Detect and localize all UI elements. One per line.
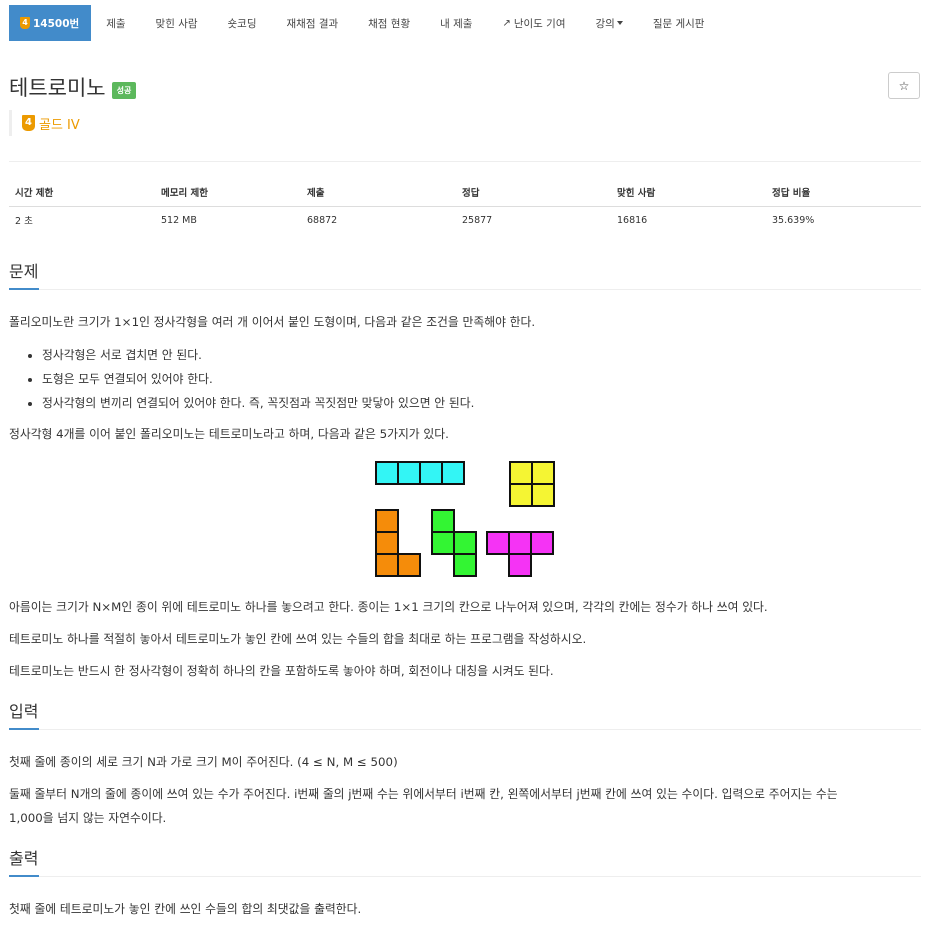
- input-line-1: 첫째 줄에 종이의 세로 크기 N과 가로 크기 M이 주어진다. (4 ≤ N…: [9, 755, 398, 769]
- caret-down-icon: [616, 21, 623, 25]
- status-badge: 성공: [111, 81, 137, 99]
- tab-difficulty-contribution[interactable]: ↗ 난이도 기여: [487, 5, 580, 41]
- problem-para-1: 아름이는 크기가 N×M인 종이 위에 테트로미노 하나를 놓으려고 한다. 종…: [9, 600, 768, 614]
- output-line-1: 첫째 줄에 테트로미노가 놓인 칸에 쓰인 수들의 합의 최댓값을 출력한다.: [9, 902, 362, 916]
- tetromino-s-cell: [431, 509, 455, 533]
- tetromino-s-cell: [431, 531, 455, 555]
- tetromino-o-cell: [531, 483, 555, 507]
- problem-para-3: 테트로미노는 반드시 한 정사각형이 정확히 하나의 칸을 포함하도록 놓아야 …: [9, 664, 554, 678]
- tetromino-i-cell: [441, 461, 465, 485]
- tetromino-o-cell: [531, 461, 555, 485]
- tab-my-submissions[interactable]: 내 제출: [425, 5, 487, 41]
- output-section-header: 출력: [9, 847, 921, 877]
- tetromino-l: [375, 509, 421, 577]
- divider: [9, 161, 921, 162]
- tetromino-l-cell: [397, 553, 421, 577]
- tetromino-o-cell: [509, 483, 533, 507]
- tetromino-t-cell: [530, 531, 554, 555]
- input-line-2: 둘째 줄부터 N개의 줄에 종이에 쓰여 있는 수가 주어진다. i번째 줄의 …: [9, 787, 838, 801]
- problem-info-table: 시간 제한 메모리 제한 제출 정답 맞힌 사람 정답 비율 2 초 512 M…: [9, 178, 921, 234]
- section-title-input: 입력: [9, 700, 40, 730]
- tetromino-s-cell: [453, 531, 477, 555]
- problem-para-2: 테트로미노 하나를 적절히 놓아서 테트로미노가 놓인 칸에 쓰여 있는 수들의…: [9, 632, 587, 646]
- tab-submit[interactable]: 제출: [91, 5, 140, 41]
- header-accepted: 정답: [456, 178, 611, 207]
- header-memory-limit: 메모리 제한: [155, 178, 301, 207]
- tier-badge-icon: 4: [20, 17, 30, 29]
- tier-icon: 4: [22, 115, 35, 131]
- problem-intro: 폴리오미노란 크기가 1×1인 정사각형을 여러 개 이어서 붙인 도형이며, …: [9, 315, 536, 329]
- tab-problem-label: 14500번: [33, 17, 80, 30]
- tab-problem[interactable]: 4 14500번: [9, 5, 92, 41]
- tetromino-i-cell: [419, 461, 443, 485]
- header-time-limit: 시간 제한: [9, 178, 155, 207]
- input-section-header: 입력: [9, 700, 921, 730]
- input-line-2-cont: 1,000을 넘지 않는 자연수이다.: [9, 811, 167, 825]
- table-header-row: 시간 제한 메모리 제한 제출 정답 맞힌 사람 정답 비율: [9, 178, 921, 207]
- header-submissions: 제출: [301, 178, 456, 207]
- header-solvers: 맞힌 사람: [611, 178, 766, 207]
- tetromino-t-cell: [486, 531, 510, 555]
- tab-short-coding[interactable]: 숏코딩: [213, 5, 272, 41]
- rules-list: 정사각형은 서로 겹치면 안 된다. 도형은 모두 연결되어 있어야 한다. 정…: [22, 343, 474, 415]
- tetromino-s-cell: [453, 553, 477, 577]
- value-memory-limit: 512 MB: [161, 214, 197, 226]
- tetromino-l-cell: [375, 531, 399, 555]
- tab-rejudge-results[interactable]: 재채점 결과: [272, 5, 354, 41]
- tier-label[interactable]: 골드 IV: [39, 114, 80, 133]
- section-title-output: 출력: [9, 847, 40, 877]
- tab-lectures[interactable]: 강의: [580, 5, 637, 41]
- tab-lectures-label: 강의: [595, 17, 615, 30]
- tab-solvers[interactable]: 맞힌 사람: [141, 5, 213, 41]
- header-accept-ratio: 정답 비율: [766, 178, 921, 207]
- tetromino-i: [375, 461, 465, 485]
- tetromino-t-cell: [508, 531, 532, 555]
- tetromino-s: [431, 509, 477, 577]
- problem-section-header: 문제: [9, 260, 921, 290]
- tab-qna-board[interactable]: 질문 게시판: [638, 5, 720, 41]
- star-button[interactable]: ☆: [888, 72, 920, 99]
- section-title-problem: 문제: [9, 260, 40, 290]
- tetromino-t: [486, 531, 554, 577]
- value-time-limit: 2 초: [15, 216, 33, 228]
- tetromino-o: [509, 461, 555, 507]
- value-accept-ratio: 35.639%: [772, 214, 815, 226]
- tetromino-i-cell: [375, 461, 399, 485]
- tetromino-figure: [375, 461, 555, 577]
- value-accepted: 25877: [462, 214, 493, 226]
- list-item: 도형은 모두 연결되어 있어야 한다.: [42, 367, 474, 391]
- tier-row: 4 골드 IV: [9, 110, 80, 136]
- problem-nav: 4 14500번 제출 맞힌 사람 숏코딩 재채점 결과 채점 현황 내 제출 …: [9, 5, 719, 41]
- list-item: 정사각형은 서로 겹치면 안 된다.: [42, 343, 474, 367]
- tetromino-i-cell: [397, 461, 421, 485]
- value-solvers: 16816: [617, 214, 648, 226]
- title-row: 테트로미노 성공: [9, 72, 137, 102]
- tetromino-l-cell: [375, 553, 399, 577]
- table-row: 2 초 512 MB 68872 25877 16816 35.639%: [9, 206, 921, 234]
- list-item: 정사각형의 변끼리 연결되어 있어야 한다. 즉, 꼭짓점과 꼭짓점만 맞닿아 …: [42, 391, 474, 415]
- tab-status[interactable]: 채점 현황: [353, 5, 425, 41]
- star-icon: ☆: [898, 78, 910, 93]
- tetromino-intro: 정사각형 4개를 이어 붙인 폴리오미노는 테트로미노라고 하며, 다음과 같은…: [9, 427, 449, 441]
- tab-difficulty-label: 난이도 기여: [513, 17, 566, 30]
- value-submissions: 68872: [307, 214, 338, 226]
- tetromino-o-cell: [509, 461, 533, 485]
- page-title: 테트로미노: [9, 76, 106, 100]
- external-link-icon: ↗: [502, 17, 511, 29]
- tetromino-l-cell: [375, 509, 399, 533]
- tetromino-t-cell: [508, 553, 532, 577]
